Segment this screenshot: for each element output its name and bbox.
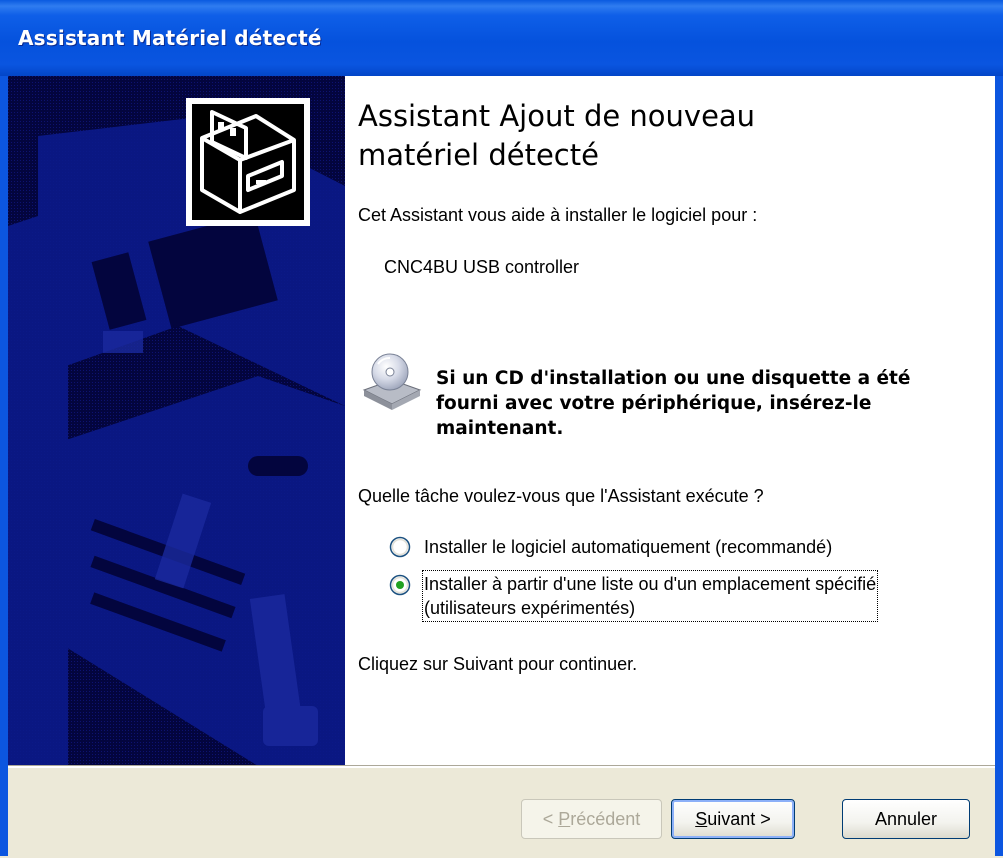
cancel-button[interactable]: Annuler	[842, 799, 970, 839]
cd-prompt: Si un CD d'installation ou une disquette…	[436, 366, 910, 441]
cd-prompt-line-1: Si un CD d'installation ou une disquette…	[436, 368, 911, 389]
continue-hint: Cliquez sur Suivant pour continuer.	[358, 654, 638, 674]
radio-option-manual[interactable]: Installer à partir d'une liste ou d'un e…	[421, 570, 879, 622]
back-button-prefix: <	[542, 809, 559, 829]
back-button-mnemonic: P	[558, 809, 571, 829]
radio-unchecked-icon[interactable]	[389, 536, 411, 558]
radio-checked-icon[interactable]	[389, 574, 411, 596]
next-button-mnemonic: S	[695, 809, 708, 829]
next-button-rest: uivant >	[707, 809, 771, 829]
wizard-heading: Assistant Ajout de nouveau matériel déte…	[358, 97, 878, 175]
cd-drive-icon	[362, 353, 422, 410]
intro-text: Cet Assistant vous aide à installer le l…	[358, 205, 758, 225]
radio-option-automatic[interactable]: Installer le logiciel automatiquement (r…	[424, 536, 832, 558]
device-name: CNC4BU USB controller	[384, 257, 580, 277]
next-button[interactable]: Suivant >	[671, 799, 795, 839]
heading-line-1: Assistant Ajout de nouveau	[358, 99, 756, 133]
cancel-button-label: Annuler	[874, 809, 938, 829]
option-automatic-label: Installer le logiciel automatiquement (r…	[424, 537, 833, 557]
cd-prompt-line-2: fourni avec votre périphérique, insérez-…	[436, 393, 872, 414]
window-title: Assistant Matériel détecté	[18, 26, 322, 50]
title-bar[interactable]: Assistant Matériel détecté	[0, 0, 1003, 76]
hardware-card-icon	[186, 98, 310, 226]
heading-line-2: matériel détecté	[358, 138, 599, 172]
back-button[interactable]: < Précédent	[521, 799, 662, 839]
option-manual-label-line-1: Installer à partir d'une liste ou d'un e…	[424, 574, 877, 594]
back-button-rest: récédent	[570, 809, 641, 829]
cd-prompt-line-3: maintenant.	[436, 418, 564, 439]
task-question: Quelle tâche voulez-vous que l'Assistant…	[358, 486, 764, 506]
option-manual-label-line-2: (utilisateurs expérimentés)	[424, 598, 636, 618]
